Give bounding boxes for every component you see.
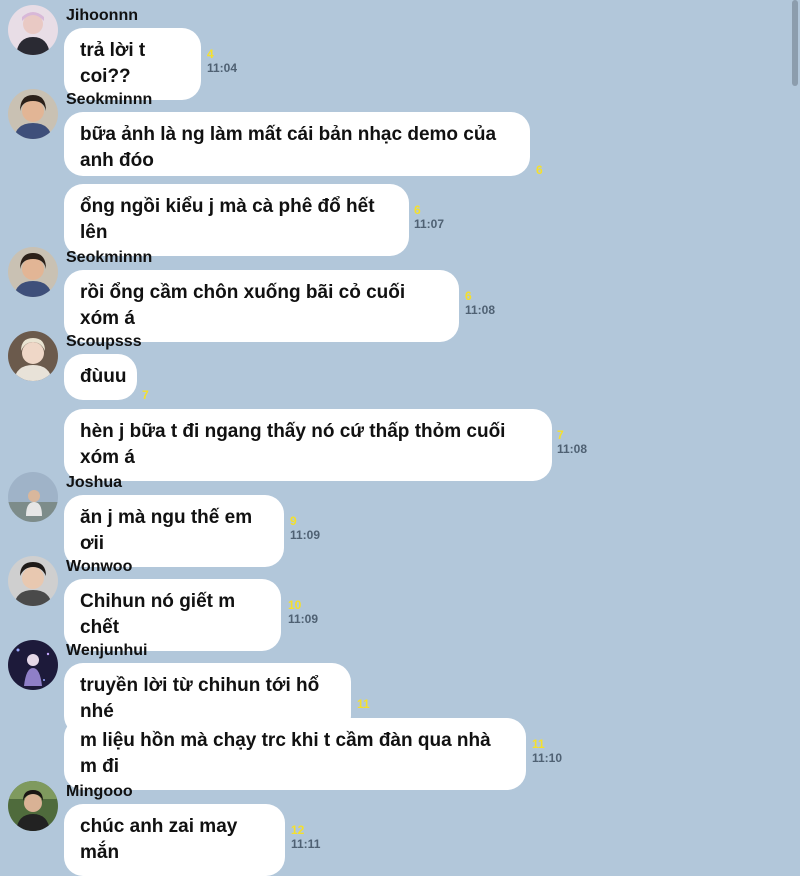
- message-meta: 9 11:09: [290, 514, 320, 542]
- scrollbar[interactable]: [792, 0, 798, 86]
- unread-count: 11: [357, 697, 370, 711]
- unread-count: 6: [414, 203, 421, 217]
- message-bubble[interactable]: m liệu hồn mà chạy trc khi t cầm đàn qua…: [64, 718, 526, 790]
- unread-count: 11: [532, 737, 545, 751]
- message-bubble[interactable]: đùuu: [64, 354, 137, 400]
- unread-count: 4: [207, 47, 214, 61]
- message-meta: 11 11:10: [532, 737, 562, 765]
- message-meta: 6 11:07: [414, 203, 444, 231]
- message-time: 11:04: [207, 61, 238, 75]
- message-meta: 11: [357, 697, 370, 711]
- message-time: 11:09: [288, 612, 319, 626]
- avatar-seokminnn-icon: [8, 89, 58, 139]
- avatar[interactable]: [8, 781, 58, 831]
- message-meta: 12 11:11: [291, 823, 320, 851]
- message-time: 11:07: [414, 217, 445, 231]
- message-bubble[interactable]: chúc anh zai may mắn: [64, 804, 285, 876]
- sender-name: Scoupsss: [66, 333, 142, 350]
- avatar-wonwoo-icon: [8, 556, 58, 606]
- message-meta: 10 11:09: [288, 598, 318, 626]
- message-meta: 4 11:04: [207, 47, 237, 75]
- message-time: 11:09: [290, 528, 321, 542]
- message-time: 11:11: [291, 837, 321, 851]
- message-bubble[interactable]: trả lời t coi??: [64, 28, 201, 100]
- avatar-joshua-icon: [8, 472, 58, 522]
- avatar[interactable]: [8, 331, 58, 381]
- message-bubble[interactable]: ăn j mà ngu thế em ơii: [64, 495, 284, 567]
- sender-name: Seokminnn: [66, 249, 153, 266]
- avatar[interactable]: [8, 247, 58, 297]
- avatar[interactable]: [8, 5, 58, 55]
- message-meta: 6 11:08: [465, 289, 495, 317]
- sender-name: Joshua: [66, 474, 123, 491]
- avatar[interactable]: [8, 89, 58, 139]
- message-bubble[interactable]: rồi ổng cầm chôn xuống bãi cỏ cuối xóm á: [64, 270, 459, 342]
- avatar-scoupsss-icon: [8, 331, 58, 381]
- avatar-mingooo-icon: [8, 781, 58, 831]
- unread-count: 7: [142, 388, 149, 402]
- message-meta: 7: [142, 388, 149, 402]
- unread-count: 10: [288, 598, 302, 612]
- message-bubble[interactable]: bữa ảnh là ng làm mất cái bản nhạc demo …: [64, 112, 530, 176]
- message-meta: 7 11:08: [557, 428, 587, 456]
- unread-count: 9: [290, 514, 297, 528]
- sender-name: Mingooo: [66, 783, 133, 800]
- unread-count: 6: [536, 163, 543, 177]
- message-time: 11:08: [465, 303, 496, 317]
- unread-count: 12: [291, 823, 305, 837]
- message-meta: 6: [536, 163, 543, 177]
- message-bubble[interactable]: hèn j bữa t đi ngang thấy nó cứ thấp thỏ…: [64, 409, 552, 481]
- avatar[interactable]: [8, 556, 58, 606]
- message-time: 11:10: [532, 751, 563, 765]
- avatar-wenjunhui-icon: [8, 640, 58, 690]
- sender-name: Wonwoo: [66, 558, 133, 575]
- sender-name: Jihoonnn: [66, 7, 138, 24]
- avatar-seokminnn-icon: [8, 247, 58, 297]
- unread-count: 7: [557, 428, 564, 442]
- message-bubble[interactable]: Chihun nó giết m chết: [64, 579, 281, 651]
- unread-count: 6: [465, 289, 472, 303]
- avatar[interactable]: [8, 640, 58, 690]
- sender-name: Seokminnn: [66, 91, 153, 108]
- avatar-jihoonnn-icon: [8, 5, 58, 55]
- message-time: 11:08: [557, 442, 588, 456]
- message-bubble[interactable]: ổng ngồi kiểu j mà cà phê đổ hết lên: [64, 184, 409, 256]
- sender-name: Wenjunhui: [66, 642, 148, 659]
- avatar[interactable]: [8, 472, 58, 522]
